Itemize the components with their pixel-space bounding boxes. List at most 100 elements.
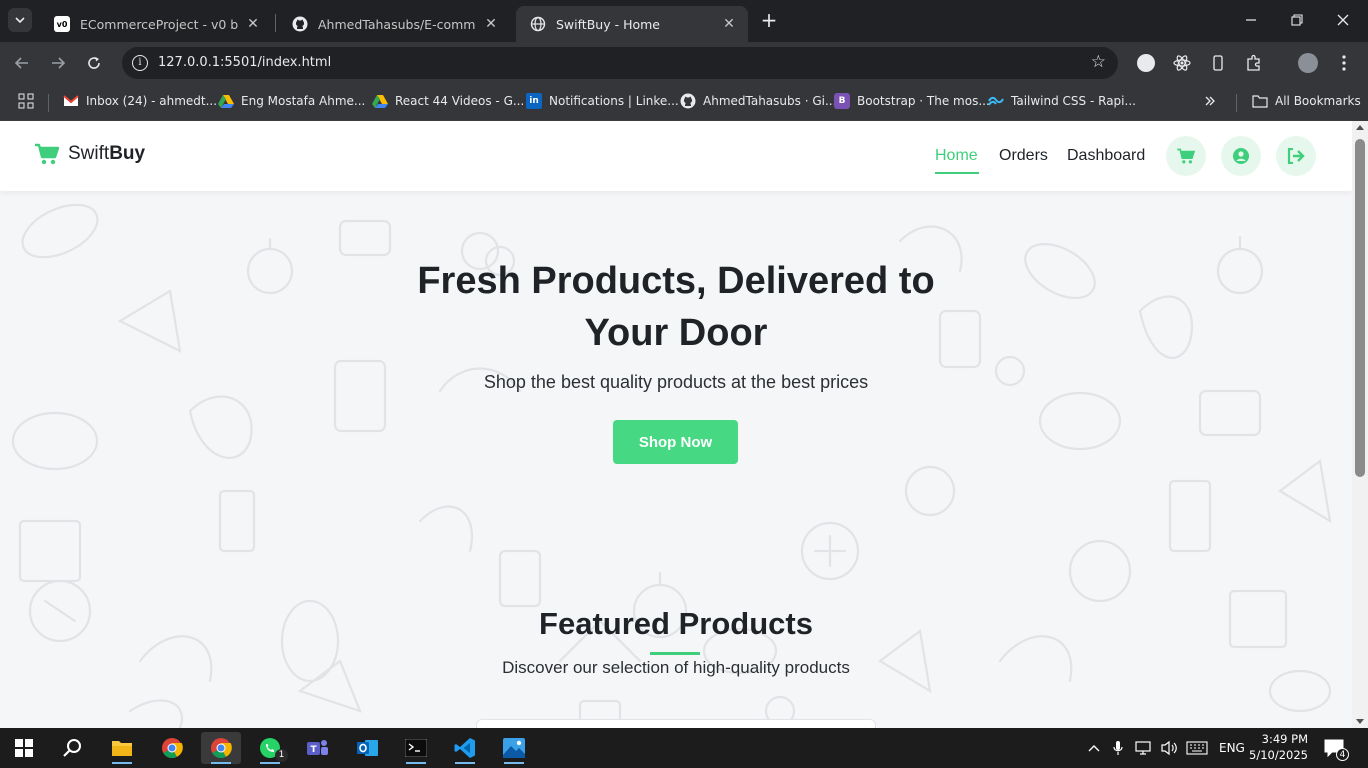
- nav-link-home[interactable]: Home: [935, 147, 978, 165]
- microphone-tray[interactable]: [1113, 728, 1123, 768]
- cart-icon: [1177, 148, 1195, 164]
- arrow-right-icon: [52, 57, 66, 69]
- start-button[interactable]: [4, 732, 44, 764]
- address-url[interactable]: 127.0.0.1:5501/index.html: [158, 55, 331, 70]
- address-bar[interactable]: i 127.0.0.1:5501/index.html ☆: [122, 47, 1118, 79]
- bookmarks-overflow-button[interactable]: [1204, 92, 1216, 110]
- extensions-puzzle-icon[interactable]: [1245, 54, 1263, 72]
- folder-icon: [1252, 93, 1268, 109]
- kebab-menu-icon: [1342, 55, 1346, 71]
- scrollbar-thumb[interactable]: [1355, 139, 1365, 477]
- system-clock[interactable]: 3:49 PM 5/10/2025: [1249, 731, 1308, 763]
- new-tab-button[interactable]: +: [758, 9, 780, 31]
- scroll-down-arrow[interactable]: [1356, 719, 1364, 724]
- running-indicator: [455, 762, 475, 764]
- forward-button[interactable]: [46, 51, 70, 75]
- close-window-button[interactable]: [1320, 0, 1366, 40]
- network-tray[interactable]: [1135, 728, 1153, 768]
- drive-icon: [372, 93, 388, 109]
- taskbar-outlook[interactable]: [348, 732, 388, 764]
- browser-tab-swiftbuy[interactable]: SwiftBuy - Home ✕: [516, 6, 748, 42]
- extension-icon[interactable]: [1137, 54, 1155, 72]
- v0-icon: v0: [54, 16, 70, 32]
- folder-icon: [112, 741, 132, 756]
- site-navbar: Swift Buy Home Orders Dashboard: [0, 121, 1352, 191]
- taskbar-file-explorer[interactable]: [102, 732, 142, 764]
- bookmark-tailwind[interactable]: Tailwind CSS - Rapi...: [988, 92, 1136, 110]
- all-bookmarks-folder[interactable]: All Bookmarks: [1252, 92, 1361, 110]
- bookmark-bootstrap[interactable]: B Bootstrap · The mos...: [834, 92, 990, 110]
- running-indicator: [112, 762, 132, 764]
- brand-logo[interactable]: Swift Buy: [35, 143, 145, 165]
- taskbar-search-button[interactable]: [52, 732, 92, 764]
- reload-button[interactable]: [82, 51, 106, 75]
- minimize-button[interactable]: [1228, 0, 1274, 40]
- featured-products-heading: Featured Products: [539, 606, 813, 641]
- bookmark-drive-react[interactable]: React 44 Videos - G...: [372, 92, 524, 110]
- close-tab-icon[interactable]: ✕: [482, 16, 500, 32]
- bookmark-star-icon[interactable]: ☆: [1091, 52, 1106, 72]
- bookmark-github[interactable]: AhmedTahasubs · Gi...: [680, 92, 836, 110]
- notification-center-button[interactable]: 4: [1324, 728, 1349, 768]
- browser-tab-github[interactable]: AhmedTahasubs/E-commers-ITI ✕: [278, 6, 510, 42]
- bookmark-divider: [1236, 94, 1237, 112]
- device-icon[interactable]: [1209, 54, 1227, 72]
- apps-grid-button[interactable]: [18, 92, 34, 110]
- close-tab-icon[interactable]: ✕: [720, 16, 738, 32]
- shop-now-button[interactable]: Shop Now: [613, 420, 738, 464]
- tab-search-button[interactable]: [8, 8, 32, 32]
- taskbar-terminal[interactable]: [396, 732, 436, 764]
- volume-tray[interactable]: [1160, 728, 1178, 768]
- language-indicator[interactable]: ENG: [1219, 728, 1245, 768]
- show-hidden-icons-button[interactable]: [1088, 728, 1100, 768]
- vscode-icon: [454, 738, 475, 758]
- featured-products-subtitle: Discover our selection of high-quality p…: [502, 658, 850, 677]
- bookmark-gmail[interactable]: Inbox (24) - ahmedt...: [63, 92, 217, 110]
- bookmarks-bar: Inbox (24) - ahmedt... Eng Mostafa Ahme.…: [0, 84, 1368, 121]
- bookmark-linkedin[interactable]: in Notifications | Linke...: [526, 92, 679, 110]
- minimize-icon: [1246, 19, 1256, 21]
- site-info-icon[interactable]: i: [132, 55, 148, 71]
- taskbar-vscode[interactable]: [445, 732, 485, 764]
- nav-link-dashboard[interactable]: Dashboard: [1067, 147, 1145, 165]
- github-icon: [292, 16, 308, 32]
- taskbar-photos[interactable]: [494, 732, 534, 764]
- running-indicator: [260, 762, 280, 764]
- cart-button[interactable]: [1166, 136, 1206, 176]
- speaker-icon: [1161, 740, 1177, 756]
- taskbar-teams[interactable]: T: [298, 732, 338, 764]
- restore-icon: [1291, 14, 1303, 26]
- page-scrollbar[interactable]: [1352, 121, 1368, 728]
- hero-title: Fresh Products, Delivered to Your Door: [376, 255, 976, 359]
- outlook-icon: [357, 740, 378, 756]
- chrome-icon: [211, 738, 232, 759]
- bookmark-divider: [48, 94, 49, 112]
- nav-link-orders[interactable]: Orders: [999, 147, 1048, 165]
- close-tab-icon[interactable]: ✕: [244, 16, 262, 32]
- terminal-icon: [405, 739, 427, 757]
- keyboard-tray[interactable]: [1186, 728, 1208, 768]
- clock-time: 3:49 PM: [1261, 732, 1308, 746]
- running-indicator: [504, 762, 524, 764]
- double-chevron-right-icon: [1205, 96, 1215, 106]
- browser-tab-v0[interactable]: v0 ECommerceProject - v0 by Verc ✕: [40, 6, 272, 42]
- browser-menu-button[interactable]: [1332, 51, 1356, 75]
- react-devtools-icon[interactable]: [1173, 54, 1191, 72]
- taskbar-chrome-profile[interactable]: [201, 732, 241, 764]
- linkedin-icon: in: [526, 93, 542, 109]
- user-circle-icon: [1233, 148, 1249, 164]
- tailwind-icon: [988, 93, 1004, 109]
- bookmark-drive-mostafa[interactable]: Eng Mostafa Ahme...: [218, 92, 365, 110]
- chevron-down-icon: [15, 17, 25, 24]
- back-button[interactable]: [10, 51, 34, 75]
- network-icon: [1135, 741, 1151, 755]
- profile-avatar[interactable]: [1298, 53, 1318, 73]
- restore-button[interactable]: [1274, 0, 1320, 40]
- scroll-up-arrow[interactable]: [1356, 125, 1364, 130]
- taskbar-chrome[interactable]: [152, 732, 192, 764]
- taskbar-whatsapp[interactable]: 1: [250, 732, 290, 764]
- arrow-left-icon: [14, 57, 28, 69]
- profile-button[interactable]: [1221, 136, 1261, 176]
- product-card[interactable]: [476, 719, 876, 728]
- logout-button[interactable]: [1276, 136, 1316, 176]
